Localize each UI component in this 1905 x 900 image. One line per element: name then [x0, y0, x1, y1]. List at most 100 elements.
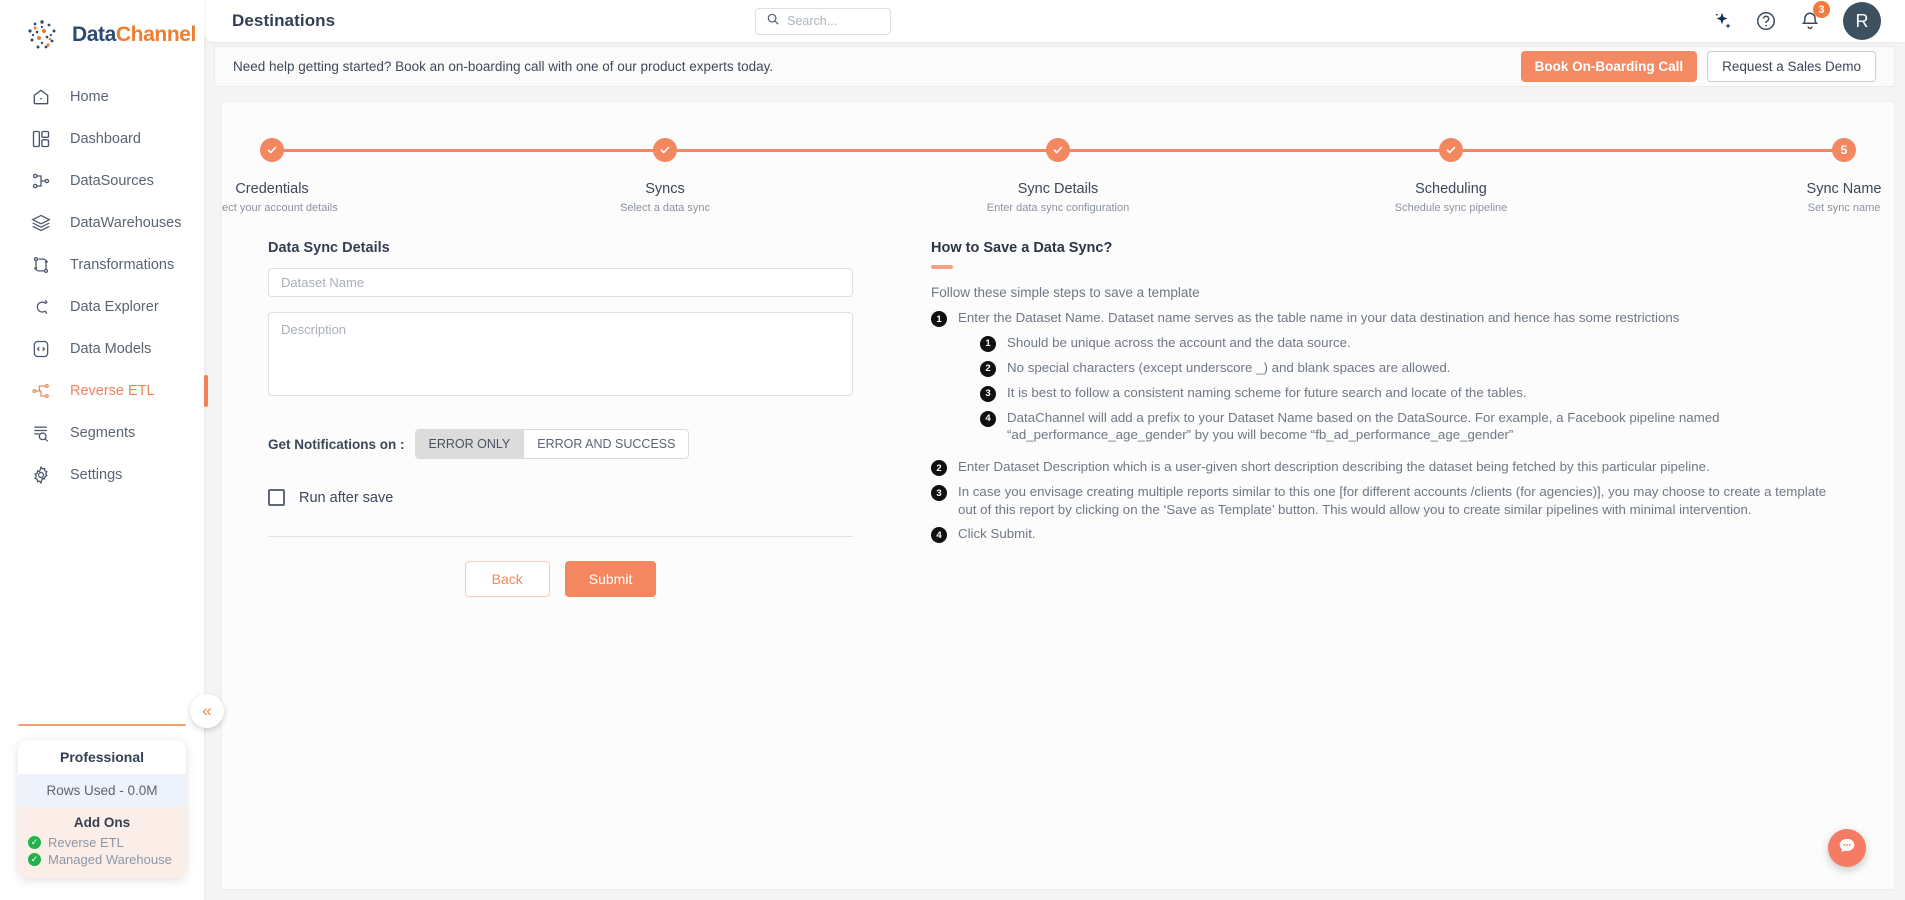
plan-rows-used: Rows Used - 0.0M — [18, 774, 186, 807]
form-actions: Back Submit — [268, 561, 853, 597]
plan-card[interactable]: Professional Rows Used - 0.0M Add Ons ✓ … — [18, 740, 186, 878]
help-column: How to Save a Data Sync? Follow these si… — [913, 240, 1848, 597]
help-subitem-number: 2 — [980, 360, 996, 377]
help-underline — [931, 265, 953, 269]
logo-text-part2: Channel — [115, 23, 196, 46]
help-subitem-number: 1 — [980, 335, 996, 352]
sidebar: DataChannel Home Dashboard DataSources D… — [0, 0, 224, 900]
description-input[interactable] — [268, 312, 853, 396]
help-subitem-number: 4 — [980, 410, 996, 427]
onboarding-banner: Need help getting started? Book an on-bo… — [214, 46, 1895, 87]
segments-icon — [30, 422, 52, 444]
step-bubble — [653, 138, 677, 162]
help-subitem-text: Should be unique across the account and … — [1007, 334, 1351, 350]
avatar[interactable]: R — [1842, 2, 1881, 40]
help-item-text: Click Submit. — [958, 526, 1036, 542]
sidebar-item-label: Dashboard — [70, 131, 141, 147]
step-sub: Select your account details — [222, 202, 338, 214]
back-button[interactable]: Back — [464, 561, 550, 597]
check-icon — [267, 146, 277, 154]
plan-divider — [18, 724, 186, 726]
transformations-icon — [30, 254, 52, 276]
step-label: Credentials — [235, 181, 309, 197]
help-item-text: Enter Dataset Description which is a use… — [958, 459, 1710, 475]
help-item-number: 4 — [931, 527, 947, 544]
run-after-save-checkbox[interactable] — [268, 489, 285, 506]
home-icon — [30, 86, 52, 108]
help-item-number: 1 — [931, 311, 947, 327]
sidebar-item-datasources[interactable]: DataSources — [0, 160, 204, 202]
sidebar-item-segments[interactable]: Segments — [0, 412, 204, 454]
notification-option-error-and-success[interactable]: ERROR AND SUCCESS — [524, 430, 689, 458]
chat-bubble-icon — [1836, 835, 1858, 862]
notifications-row: Get Notifications on : ERROR ONLY ERROR … — [268, 429, 853, 459]
notifications-segmented-control: ERROR ONLY ERROR AND SUCCESS — [414, 429, 690, 459]
banner-buttons: Book On-Boarding Call Request a Sales De… — [1520, 51, 1876, 82]
book-onboarding-call-button[interactable]: Book On-Boarding Call — [1520, 51, 1698, 82]
help-intro: Follow these simple steps to save a temp… — [931, 285, 1200, 300]
help-item: 2 Enter Dataset Description which is a u… — [931, 458, 1848, 477]
step-label: Syncs — [645, 181, 685, 197]
step-sub: Enter data sync configuration — [986, 202, 1130, 214]
search-icon — [766, 12, 780, 31]
step-sub: Schedule sync pipeline — [1394, 202, 1508, 214]
sidebar-item-label: Transformations — [70, 257, 175, 273]
app-root: DataChannel Home Dashboard DataSources D… — [0, 0, 1905, 900]
notifications-label: Get Notifications on : — [268, 436, 405, 452]
help-item: 4 Click Submit. — [931, 525, 1848, 544]
help-item-text: Enter the Dataset Name. Dataset name ser… — [958, 310, 1680, 325]
help-subitem-text: DataChannel will add a prefix to your Da… — [1007, 409, 1720, 443]
topbar-actions: 3 R — [1711, 1, 1881, 40]
sidebar-item-data-explorer[interactable]: Data Explorer — [0, 286, 204, 328]
request-sales-demo-button[interactable]: Request a Sales Demo — [1707, 51, 1876, 82]
sidebar-item-reverse-etl[interactable]: Reverse ETL — [0, 370, 208, 412]
chat-widget-button[interactable] — [1828, 829, 1866, 867]
notifications-bell-icon[interactable]: 3 — [1799, 1, 1830, 32]
ai-sparkle-icon[interactable] — [1711, 10, 1733, 32]
form-section-title: Data Sync Details — [268, 240, 390, 256]
help-icon[interactable] — [1755, 10, 1777, 32]
sidebar-item-transformations[interactable]: Transformations — [0, 244, 204, 286]
notification-badge: 3 — [1812, 1, 1830, 18]
check-circle-icon: ✓ — [28, 836, 41, 849]
help-subitem-text: No special characters (except underscore… — [1007, 359, 1451, 375]
sidebar-item-label: Reverse ETL — [70, 383, 155, 399]
data-explorer-icon — [30, 296, 52, 318]
step-bubble — [260, 138, 284, 162]
step-connector — [1451, 148, 1844, 152]
sidebar-item-home[interactable]: Home — [0, 76, 204, 118]
help-title: How to Save a Data Sync? — [931, 240, 1113, 256]
addon-item: ✓ Reverse ETL — [18, 834, 186, 851]
help-sublist: 1 Should be unique across the account an… — [958, 334, 1848, 444]
logo-text-part1: Data — [72, 23, 116, 46]
sidebar-item-label: Data Explorer — [70, 299, 159, 315]
main-area: Destinations Search... 3 R Need help get… — [204, 0, 1905, 900]
sidebar-item-datawarehouses[interactable]: DataWarehouses — [0, 202, 204, 244]
sidebar-item-data-models[interactable]: Data Models — [0, 328, 204, 370]
help-subitem-number: 3 — [980, 385, 996, 402]
run-after-save-row: Run after save — [268, 489, 853, 506]
help-subitem: 3 It is best to follow a consistent nami… — [980, 384, 1848, 402]
banner-text: Need help getting started? Book an on-bo… — [233, 59, 774, 74]
dataset-name-input[interactable] — [268, 268, 853, 297]
sidebar-item-settings[interactable]: Settings — [0, 454, 204, 496]
sidebar-item-label: Data Models — [70, 341, 152, 357]
help-subitem-text: It is best to follow a consistent naming… — [1007, 384, 1527, 400]
check-icon — [660, 146, 670, 154]
datachannel-logo-icon — [22, 15, 62, 55]
page-title: Destinations — [232, 11, 336, 30]
logo[interactable]: DataChannel — [0, 0, 204, 70]
step-bubble: 5 — [1832, 138, 1856, 162]
sidebar-collapse-button[interactable]: « — [190, 694, 224, 728]
submit-button[interactable]: Submit — [564, 561, 657, 597]
search-input[interactable]: Search... — [755, 7, 892, 35]
check-circle-icon: ✓ — [28, 853, 41, 866]
wizard-body: Data Sync Details Get Notifications on :… — [222, 214, 1894, 597]
notification-option-error-only[interactable]: ERROR ONLY — [415, 430, 524, 458]
help-subitem: 4 DataChannel will add a prefix to your … — [980, 409, 1848, 444]
sidebar-item-dashboard[interactable]: Dashboard — [0, 118, 204, 160]
plan-title: Professional — [18, 740, 186, 774]
help-item-number: 3 — [931, 485, 947, 502]
wizard-stepper: Credentials Select your account details … — [222, 102, 1894, 214]
step-bubble — [1439, 138, 1463, 162]
